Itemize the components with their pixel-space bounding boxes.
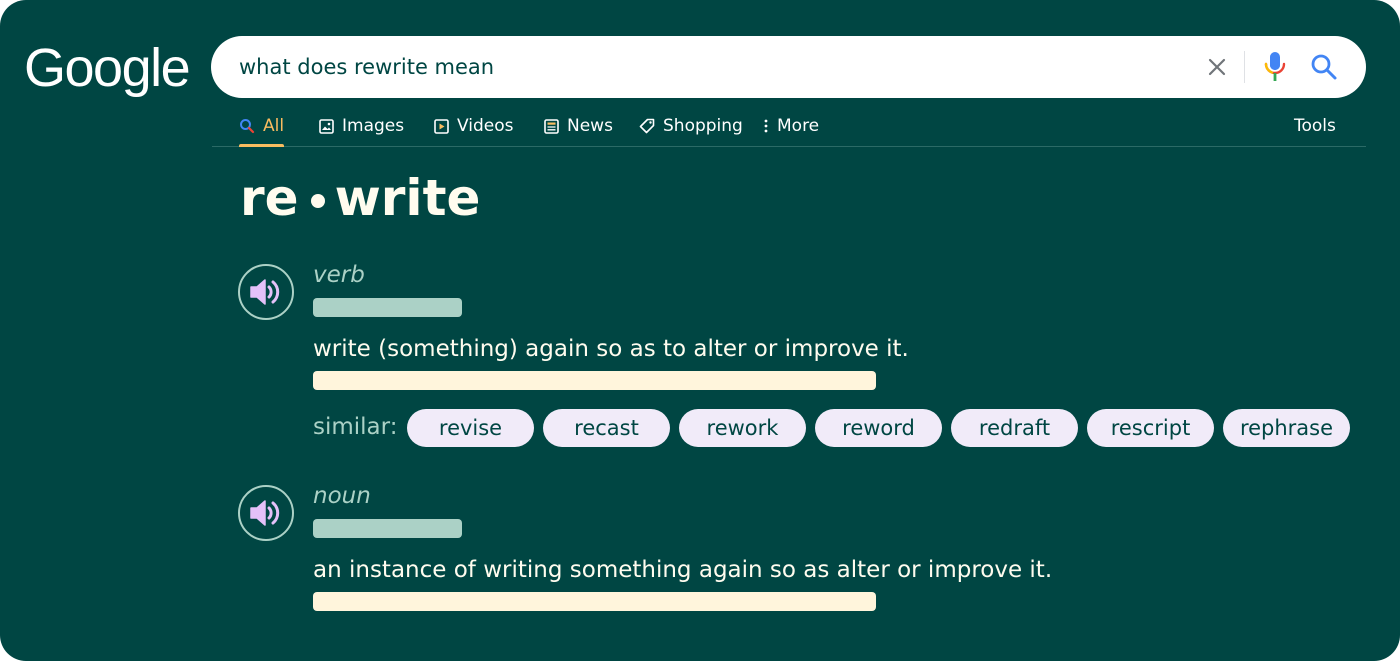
play-icon: [434, 118, 449, 134]
placeholder-bar: [313, 519, 462, 538]
voice-search-button[interactable]: [1263, 51, 1287, 83]
close-icon: [1208, 58, 1226, 76]
similar-word-chip[interactable]: rework: [679, 409, 806, 447]
speaker-icon: [250, 500, 280, 526]
tab-videos[interactable]: Videos: [434, 108, 514, 144]
dictionary-headword: re write: [240, 166, 480, 230]
tag-icon: [639, 118, 655, 134]
tools-label: Tools: [1294, 116, 1336, 136]
tab-label: Videos: [457, 116, 514, 136]
headword-syllable-1: re: [240, 169, 299, 227]
similar-label: similar:: [313, 414, 398, 440]
tools-button[interactable]: Tools: [1294, 108, 1336, 144]
speaker-icon: [250, 279, 280, 305]
search-bar: what does rewrite mean: [211, 36, 1366, 98]
tab-label: Images: [342, 116, 405, 136]
syllable-separator: [310, 194, 325, 208]
part-of-speech: verb: [313, 262, 365, 288]
similar-words: revise recast rework reword redraft resc…: [407, 409, 1350, 447]
part-of-speech: noun: [313, 483, 371, 509]
pronunciation-button[interactable]: [238, 485, 294, 541]
tab-news[interactable]: News: [544, 108, 613, 144]
image-icon: [319, 118, 334, 134]
similar-word-chip[interactable]: rescript: [1087, 409, 1214, 447]
similar-word-chip[interactable]: rephrase: [1223, 409, 1350, 447]
tab-label: News: [567, 116, 613, 136]
pronunciation-button[interactable]: [238, 264, 294, 320]
tab-label: All: [263, 116, 285, 136]
microphone-icon: [1264, 52, 1286, 81]
more-vertical-icon: [763, 118, 769, 134]
google-search-button[interactable]: [1309, 52, 1339, 82]
placeholder-bar: [313, 298, 462, 317]
headword-syllable-2: write: [334, 169, 481, 227]
search-divider: [1244, 51, 1245, 83]
clear-search-button[interactable]: [1203, 53, 1231, 81]
tab-all[interactable]: All: [239, 108, 285, 147]
tab-images[interactable]: Images: [319, 108, 404, 144]
search-tabs: All Images Videos News Shopping More Too…: [212, 108, 1366, 147]
tab-label: Shopping: [663, 116, 743, 136]
search-icon: [1311, 54, 1337, 80]
tab-shopping[interactable]: Shopping: [639, 108, 743, 144]
placeholder-bar: [313, 371, 876, 390]
definition-text: an instance of writing something again s…: [313, 557, 1053, 583]
google-logo[interactable]: Google: [24, 36, 191, 100]
similar-word-chip[interactable]: reword: [815, 409, 942, 447]
similar-word-chip[interactable]: recast: [543, 409, 670, 447]
tab-more[interactable]: More: [763, 108, 819, 144]
search-icon: [239, 118, 255, 134]
definition-text: write (something) again so as to alter o…: [313, 336, 909, 362]
similar-word-chip[interactable]: revise: [407, 409, 534, 447]
active-tab-indicator: [239, 144, 285, 147]
tab-label: More: [777, 116, 820, 136]
newspaper-icon: [544, 118, 559, 134]
placeholder-bar: [313, 592, 876, 611]
similar-word-chip[interactable]: redraft: [951, 409, 1078, 447]
search-input[interactable]: what does rewrite mean: [239, 36, 494, 98]
results-page: Google what does rewrite mean All Images…: [0, 0, 1400, 661]
